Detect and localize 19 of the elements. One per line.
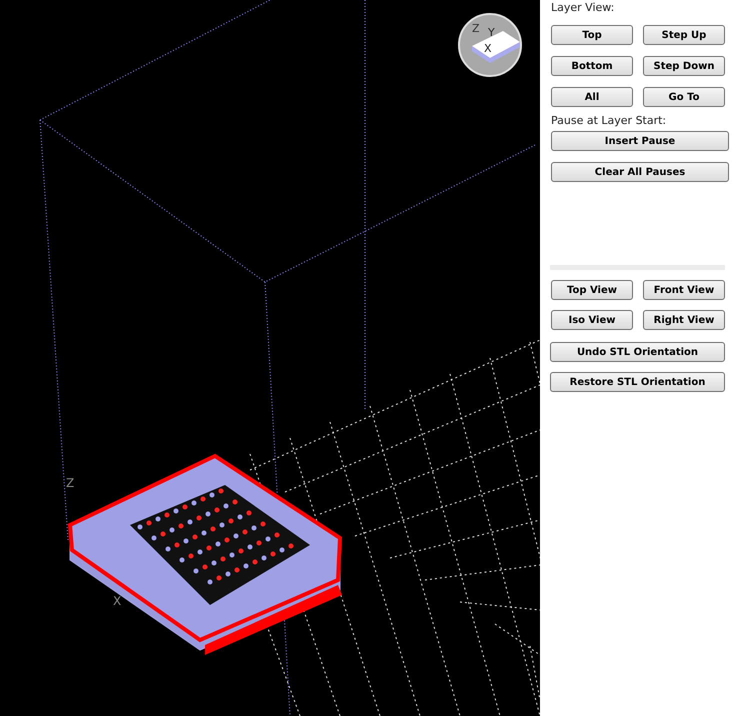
section-label: Layer View: <box>551 1 616 15</box>
toolbar-button[interactable]: Step Down <box>643 56 725 76</box>
toolbar-button[interactable]: Step Up <box>643 25 725 45</box>
toolbar-button[interactable]: Go To <box>643 87 725 107</box>
toolbar-button[interactable]: Right View <box>643 310 725 330</box>
axis-label: Z <box>66 476 74 490</box>
toolbar-button[interactable]: Front View <box>643 280 725 300</box>
section-label: Pause at Layer Start: <box>551 114 668 128</box>
toolbar-button[interactable]: Restore STL Orientation <box>550 372 725 392</box>
toolbar-button[interactable]: Undo STL Orientation <box>550 342 725 362</box>
axis-label: X <box>113 594 122 608</box>
toolbar-button[interactable]: Bottom <box>551 56 633 76</box>
toolbar-button[interactable]: Insert Pause <box>551 131 729 151</box>
orientation-gizmo: Z Y X <box>458 13 522 77</box>
toolbar-button[interactable]: Iso View <box>551 310 633 330</box>
toolbar-button[interactable]: Clear All Pauses <box>551 162 729 182</box>
toolbar-button[interactable]: Top <box>551 25 633 45</box>
toolbar-button[interactable]: All <box>551 87 633 107</box>
toolbar-button[interactable]: Top View <box>551 280 633 300</box>
